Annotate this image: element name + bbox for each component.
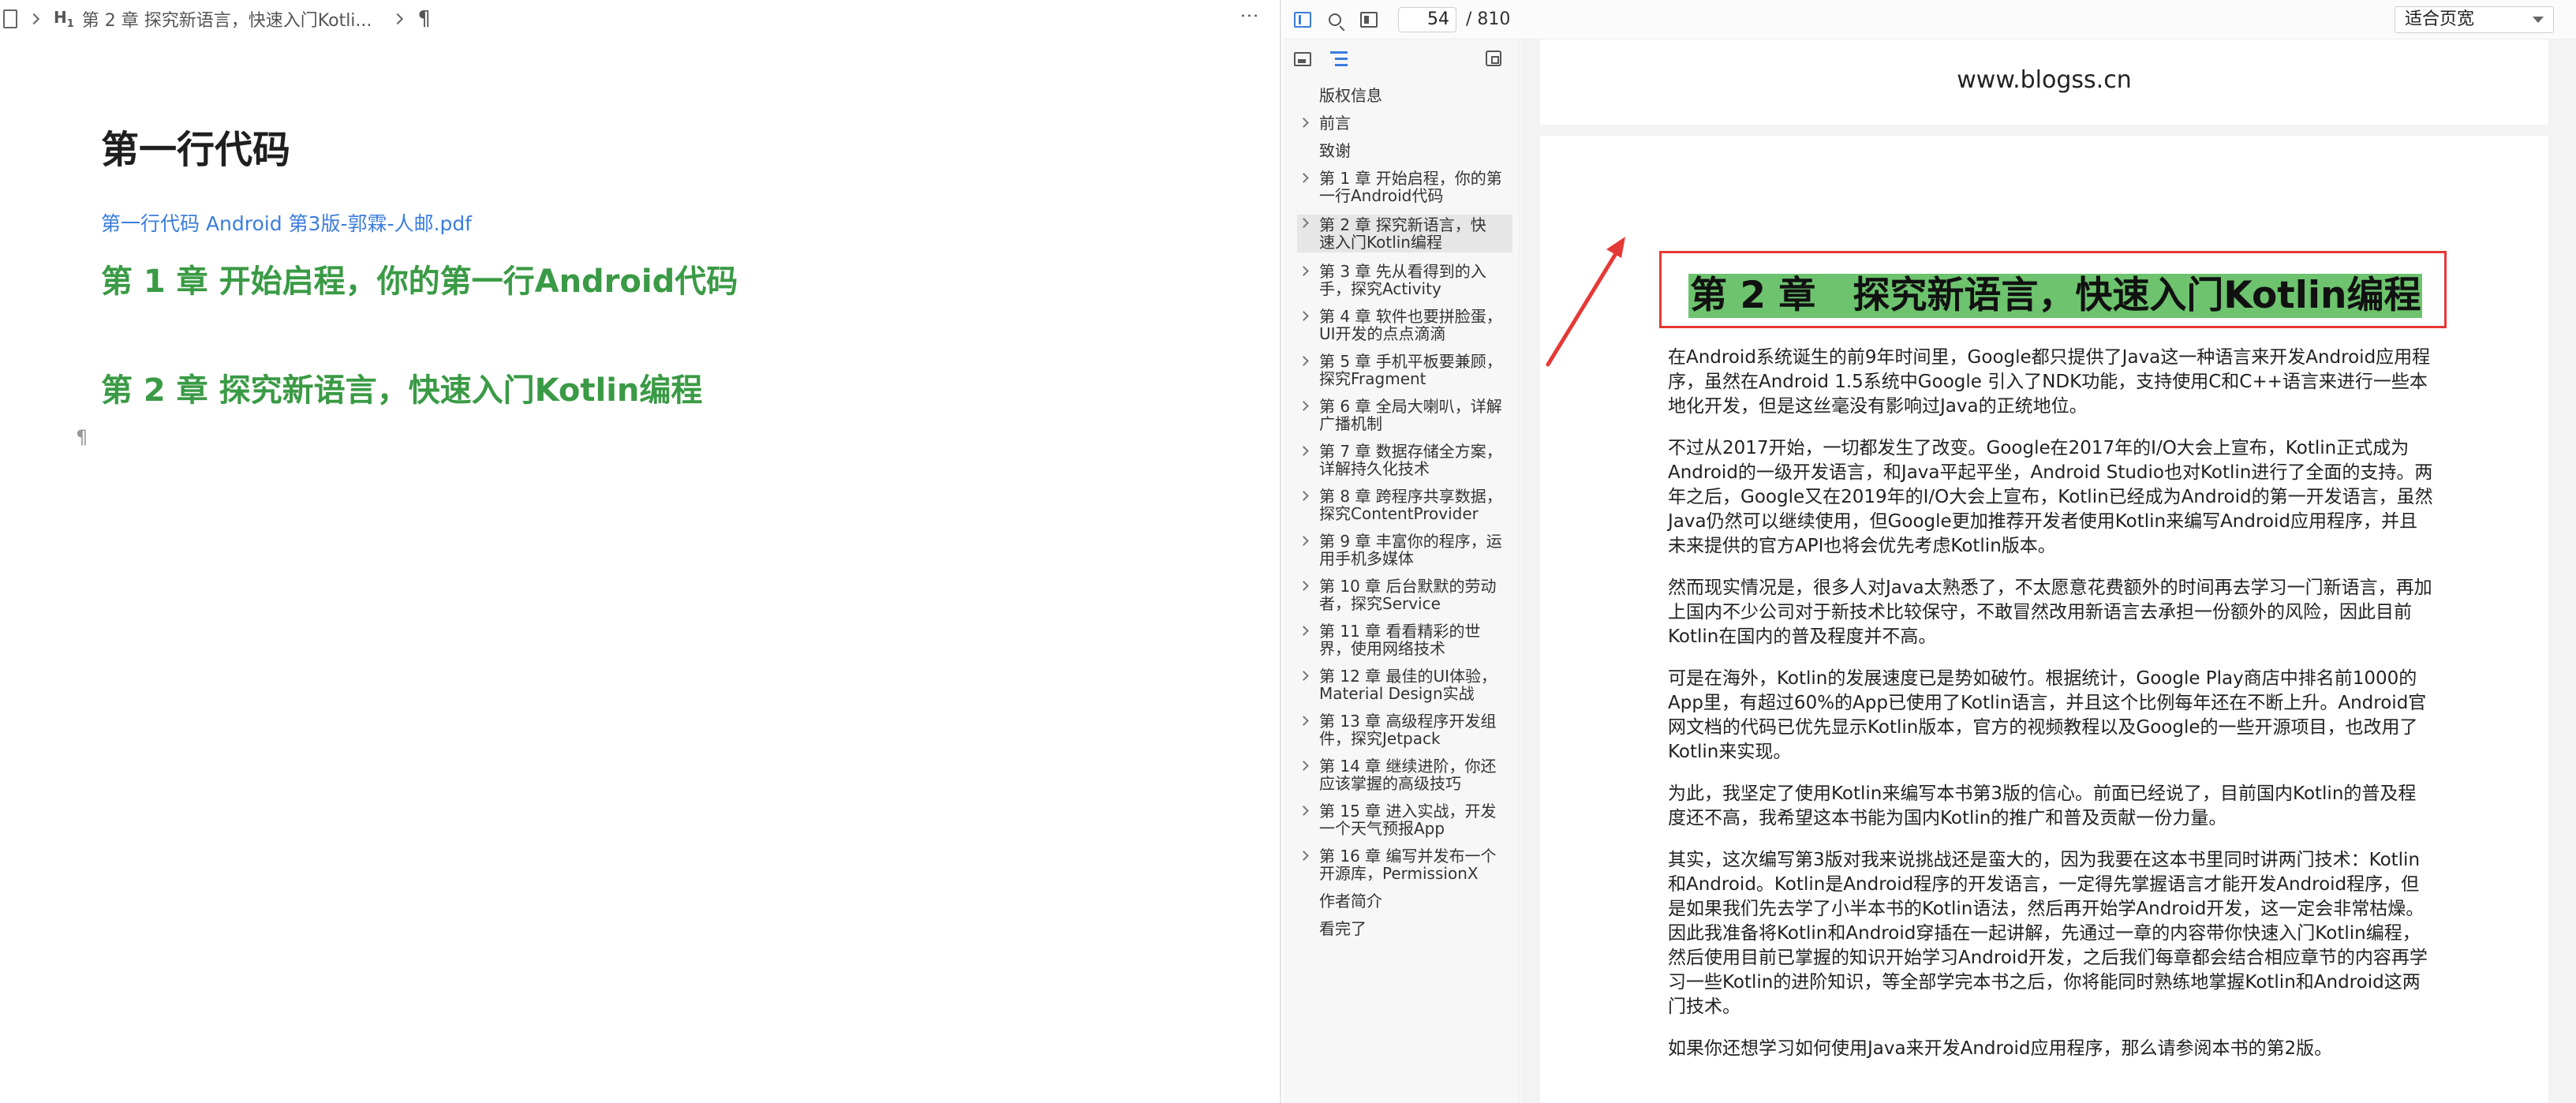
pdf-page-current: 第 2 章 探究新语言，快速入门Kotlin编程 在Android系统诞生的前9… (1540, 136, 2548, 1103)
chevron-right-icon (28, 13, 40, 25)
outline-item[interactable]: 前言 (1283, 114, 1519, 132)
chapter-title-highlighted[interactable]: 第 2 章 探究新语言，快速入门Kotlin编程 (1688, 274, 2423, 318)
body-paragraph: 其实，这次编写第3版对我来说挑战还是蛮大的，因为我要在这本书里同时讲两门技术：K… (1668, 850, 2428, 1017)
outline-item[interactable]: 致谢 (1283, 142, 1519, 159)
body-paragraph: 可是在海外，Kotlin的发展速度已是势如破竹。根据统计，Google Play… (1668, 668, 2427, 762)
outline-item[interactable]: 第 1 章 开始启程，你的第一行Android代码 (1283, 170, 1519, 204)
annotation-box: 第 2 章 探究新语言，快速入门Kotlin编程 (1659, 251, 2447, 328)
document-icon[interactable] (3, 9, 17, 28)
outline-item[interactable]: 看完了 (1283, 920, 1519, 937)
search-icon[interactable] (1329, 13, 1341, 26)
outline-item[interactable]: 第 3 章 先从看得到的入手，探究Activity (1283, 263, 1519, 297)
outline-item[interactable]: 第 7 章 数据存储全方案，详解持久化技术 (1283, 443, 1519, 477)
outline-item[interactable]: 第 15 章 进入实战，开发一个天气预报App (1283, 802, 1519, 837)
outline-item[interactable]: 作者简介 (1283, 892, 1519, 910)
outline-list: 版权信息前言致谢第 1 章 开始启程，你的第一行Android代码第 2 章 探… (1283, 79, 1519, 937)
outline-item[interactable]: 第 14 章 继续进阶，你还应该掌握的高级技巧 (1283, 757, 1519, 792)
heading-chapter-1[interactable]: 第 1 章 开始启程，你的第一行Android代码 (101, 256, 1206, 300)
outline-tools (1283, 39, 1519, 79)
body-paragraph: 在Android系统诞生的前9年时间里，Google都只提供了Java这一种语言… (1668, 347, 2431, 417)
body-paragraph: 不过从2017开始，一切都发生了改变。Google在2017年的I/O大会上宣布… (1668, 438, 2433, 556)
toggle-sidebar-icon[interactable] (1294, 11, 1311, 28)
pdf-page-previous: www.blogss.cn (1540, 39, 2548, 125)
page-title: 第一行代码 (101, 128, 291, 172)
outline-item[interactable]: 第 5 章 手机平板要兼顾，探究Fragment (1283, 353, 1519, 387)
page-number-input[interactable]: 54 (1398, 6, 1456, 32)
page-watermark: www.blogss.cn (1957, 66, 2132, 94)
outline-item[interactable]: 第 11 章 看看精彩的世界，使用网络技术 (1283, 623, 1519, 657)
outline-item[interactable]: 第 10 章 后台默默的劳动者，探究Service (1283, 578, 1519, 612)
chevron-right-icon (392, 13, 404, 25)
breadcrumb-paragraph[interactable]: ¶ (417, 7, 431, 31)
body-paragraph: 如果你还想学习如何使用Java来开发Android应用程序，那么请参阅本书的第2… (1668, 1038, 2333, 1059)
thumbnail-view-icon[interactable] (1294, 52, 1311, 66)
page-total: / 810 (1466, 9, 1511, 29)
outline-view-icon[interactable] (1330, 51, 1348, 67)
breadcrumb-heading[interactable]: 第 2 章 探究新语言，快速入门Kotli... (82, 6, 372, 32)
body-paragraph: 然而现实情况是，很多人对Java太熟悉了，不太愿意花费额外的时间再去学习一门新语… (1668, 578, 2432, 647)
outline-item[interactable]: 版权信息 (1283, 87, 1519, 104)
page-view-icon[interactable] (1360, 11, 1378, 28)
page-body-text: 在Android系统诞生的前9年时间里，Google都只提供了Java这一种语言… (1668, 346, 2433, 1061)
editor-content[interactable]: 第一行代码 第一行代码 Android 第3版-郭霖-人邮.pdf 第 1 章 … (101, 118, 1206, 409)
outline-item[interactable]: 第 16 章 编写并发布一个开源库，PermissionX (1283, 847, 1519, 882)
outline-sidebar: 版权信息前言致谢第 1 章 开始启程，你的第一行Android代码第 2 章 探… (1283, 39, 1520, 1103)
body-paragraph: 为此，我坚定了使用Kotlin来编写本书第3版的信心。前面已经说了，目前国内Ko… (1668, 783, 2417, 828)
expand-all-icon[interactable] (1486, 50, 1501, 66)
outline-item[interactable]: 第 13 章 高级程序开发组件，探究Jetpack (1283, 712, 1519, 747)
breadcrumb: H1 第 2 章 探究新语言，快速入门Kotli... ¶ (0, 6, 431, 32)
heading-chapter-2[interactable]: 第 2 章 探究新语言，快速入门Kotlin编程 (101, 365, 1206, 409)
outline-item[interactable]: 第 2 章 探究新语言，快速入门Kotlin编程 (1297, 215, 1512, 252)
pdf-viewport[interactable]: www.blogss.cn 第 2 章 探究新语言，快速入门Kotlin编程 在… (1520, 39, 2576, 1103)
outline-item[interactable]: 第 9 章 丰富你的程序，运用手机多媒体 (1283, 533, 1519, 567)
pdf-toolbar: 54 / 810 适合页宽 (1283, 0, 2576, 39)
empty-paragraph-marker[interactable]: ¶ (76, 426, 88, 448)
heading-level-tag: H1 (54, 8, 74, 30)
chevron-down-icon (2533, 16, 2544, 23)
zoom-select[interactable]: 适合页宽 (2395, 6, 2554, 33)
outline-item[interactable]: 第 6 章 全局大喇叭，详解广播机制 (1283, 398, 1519, 432)
outline-item[interactable]: 第 8 章 跨程序共享数据，探究ContentProvider (1283, 488, 1519, 522)
zoom-selected-value: 适合页宽 (2405, 9, 2475, 29)
editor-pane: H1 第 2 章 探究新语言，快速入门Kotli... ¶ ⋮ 第一行代码 第一… (0, 0, 1281, 1103)
pdf-file-link[interactable]: 第一行代码 Android 第3版-郭霖-人邮.pdf (101, 208, 1206, 235)
outline-item[interactable]: 第 12 章 最佳的UI体验，Material Design实战 (1283, 667, 1519, 702)
editor-breadcrumb-bar: H1 第 2 章 探究新语言，快速入门Kotli... ¶ ⋮ (0, 0, 1280, 38)
outline-item[interactable]: 第 4 章 软件也要拼脸蛋，UI开发的点点滴滴 (1283, 308, 1519, 342)
more-options-icon[interactable]: ⋮ (1239, 6, 1261, 24)
